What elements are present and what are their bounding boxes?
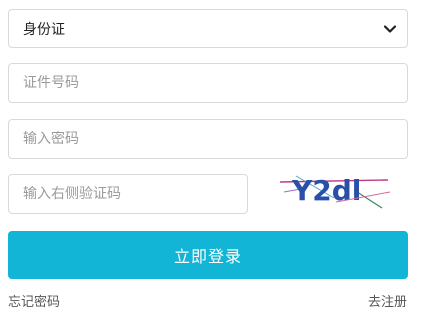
id-type-select[interactable]: 身份证 xyxy=(8,9,408,48)
captcha-image-text: Y2dl xyxy=(291,174,361,207)
captcha-input[interactable] xyxy=(23,186,233,202)
register-link[interactable]: 去注册 xyxy=(368,291,407,310)
id-type-selected-value: 身份证 xyxy=(23,21,65,38)
chevron-down-icon xyxy=(383,22,397,36)
captcha-field-wrapper xyxy=(8,174,248,214)
password-input[interactable] xyxy=(23,131,393,147)
id-number-input[interactable] xyxy=(23,75,393,91)
id-number-field-wrapper xyxy=(8,63,408,103)
captcha-image[interactable]: Y2dl xyxy=(276,168,396,216)
login-button[interactable]: 立即登录 xyxy=(8,231,408,279)
forgot-password-link[interactable]: 忘记密码 xyxy=(8,291,60,310)
password-field-wrapper xyxy=(8,119,408,159)
